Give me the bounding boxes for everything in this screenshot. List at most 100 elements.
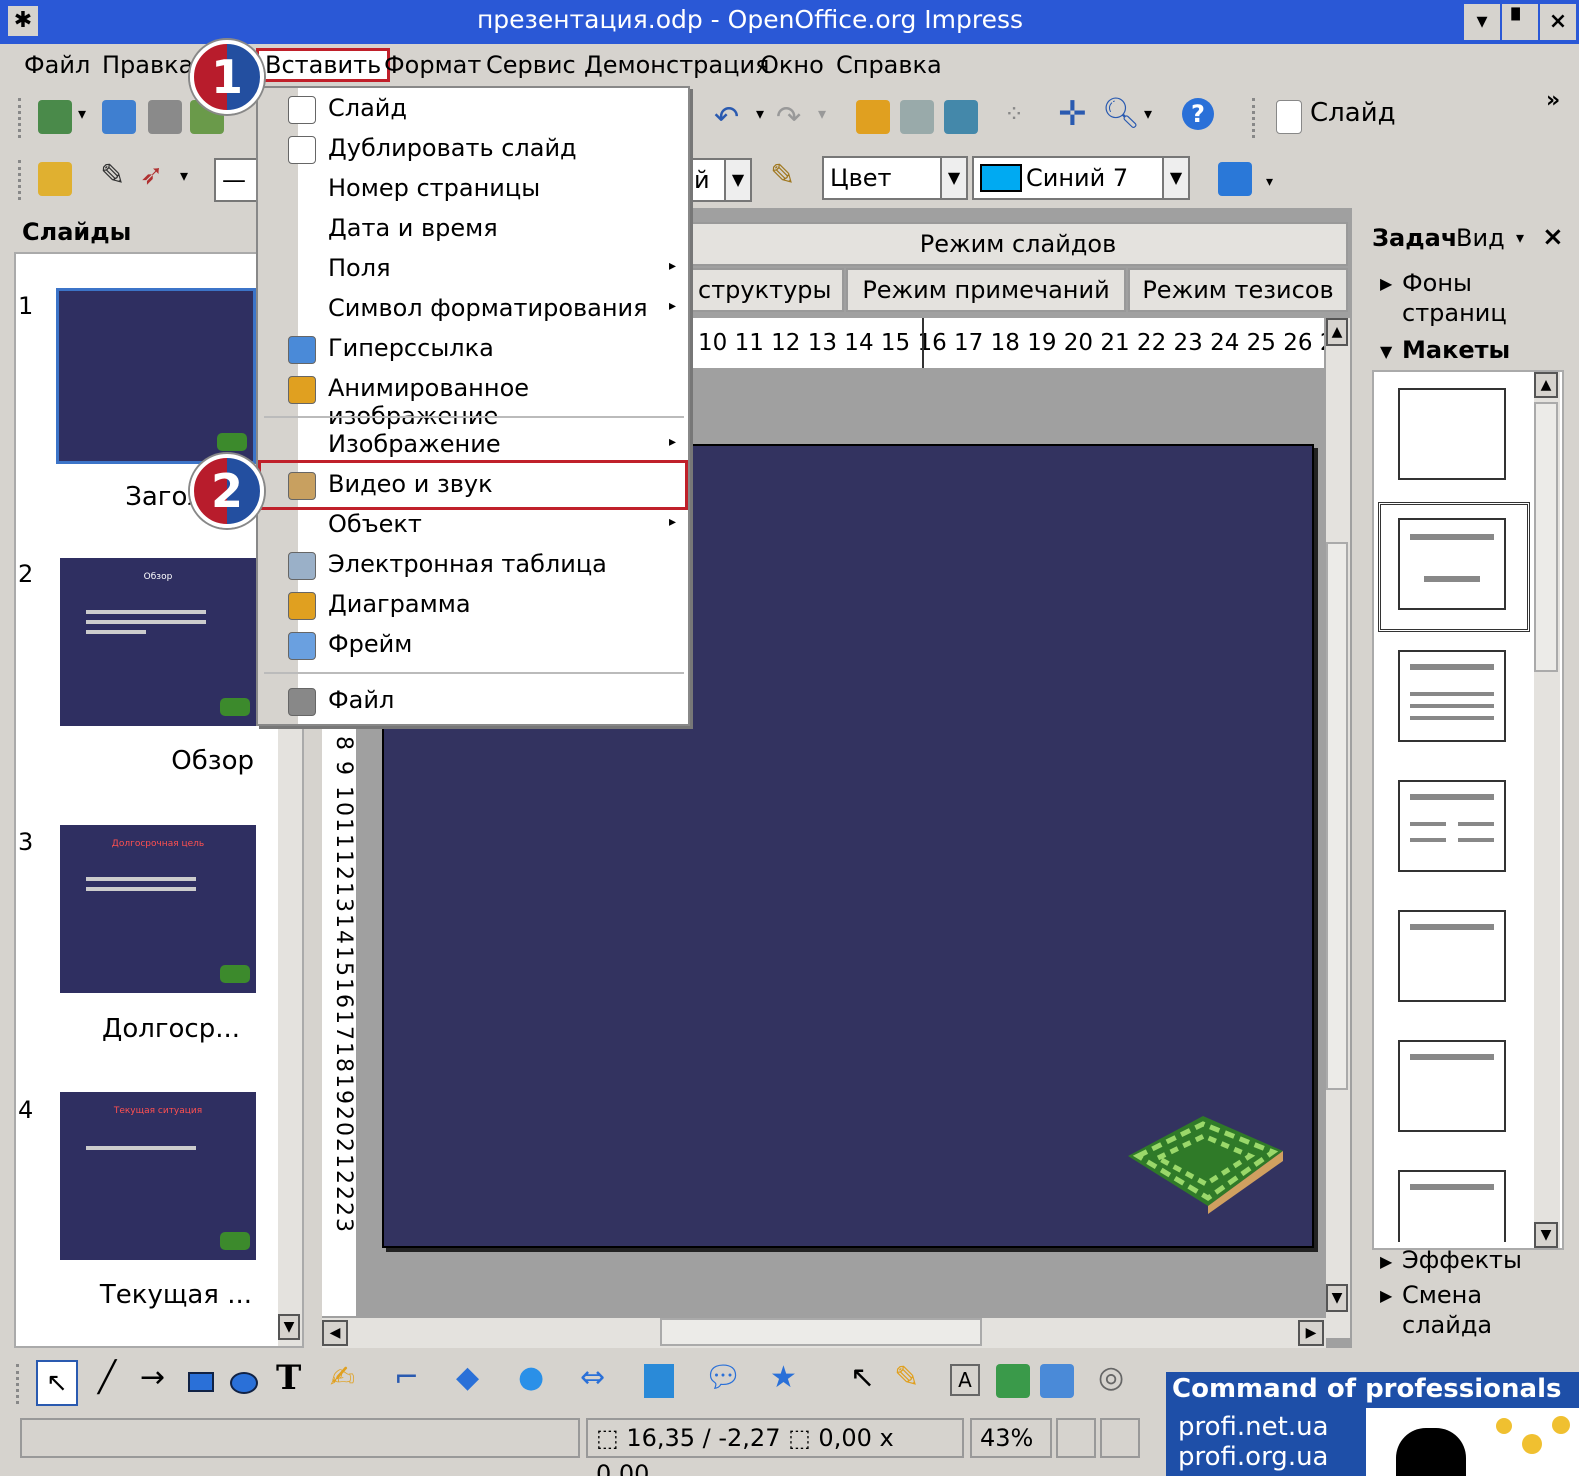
line-icon[interactable]: ╱ xyxy=(98,1360,116,1395)
scroll-down-button[interactable]: ▼ xyxy=(278,1314,300,1340)
menu-item[interactable]: Гиперссылка xyxy=(258,330,688,370)
toolbar-grip[interactable] xyxy=(18,98,26,138)
vertical-ruler[interactable]: 8 9 1011121314151617181920212223 xyxy=(322,726,356,1316)
glue-icon[interactable]: ✎ xyxy=(894,1360,919,1395)
scroll-thumb[interactable] xyxy=(1534,402,1558,672)
tab-slides-mode[interactable]: Режим слайдов xyxy=(688,222,1348,266)
scroll-up-button[interactable]: ▲ xyxy=(1534,372,1558,398)
new-slide-icon[interactable] xyxy=(1276,100,1302,134)
layout-title-box[interactable] xyxy=(1398,1040,1506,1132)
text-icon[interactable]: T xyxy=(276,1358,301,1398)
menu-item[interactable]: Дублировать слайд xyxy=(258,130,688,170)
menu-edit[interactable]: Правка xyxy=(96,48,199,82)
helplines-icon[interactable]: ✛ xyxy=(1058,94,1087,134)
layout-title-only[interactable] xyxy=(1398,518,1506,610)
gallery-icon[interactable] xyxy=(1040,1364,1074,1398)
menu-format[interactable]: Формат xyxy=(378,48,487,82)
menu-item[interactable]: Слайд xyxy=(258,90,688,130)
open-icon[interactable] xyxy=(102,100,136,134)
toolbar-grip[interactable] xyxy=(1252,98,1260,138)
scroll-left-button[interactable]: ◀ xyxy=(322,1320,348,1346)
navigator-icon[interactable] xyxy=(944,100,978,134)
scroll-down-button[interactable]: ▼ xyxy=(1326,1284,1348,1312)
zoom-value[interactable]: 43% xyxy=(970,1418,1052,1458)
chevron-down-icon[interactable]: ▼ xyxy=(1162,158,1188,198)
ellipse-icon[interactable] xyxy=(230,1372,258,1394)
fontwork-icon[interactable]: A xyxy=(950,1364,980,1396)
layout-title-content[interactable] xyxy=(1398,650,1506,742)
scroll-thumb[interactable] xyxy=(1326,542,1348,1090)
menu-insert[interactable]: Вставить xyxy=(256,48,391,82)
points-icon[interactable]: ↖ xyxy=(850,1360,875,1395)
horizontal-ruler[interactable]: 10 11 12 13 14 15 16 17 18 19 20 21 22 2… xyxy=(690,318,1324,368)
scroll-thumb[interactable] xyxy=(660,1318,982,1346)
tab-notes[interactable]: Режим примечаний xyxy=(846,268,1126,312)
expand-icon[interactable]: ▶ xyxy=(1380,1252,1392,1271)
minimize-button[interactable]: ▾ xyxy=(1464,4,1500,40)
layout-title-top[interactable] xyxy=(1398,910,1506,1002)
slide-thumbnail-2[interactable]: Обзор xyxy=(60,558,256,726)
effects-icon[interactable]: ◎ xyxy=(1098,1360,1124,1395)
table-icon[interactable] xyxy=(900,100,934,134)
grid-icon[interactable]: ⁘ xyxy=(1004,100,1024,128)
zoom-dropdown-icon[interactable]: ▾ xyxy=(1144,104,1152,123)
line-style-combo[interactable]: — xyxy=(214,158,262,202)
area-style-combo[interactable]: Цвет ▼ xyxy=(822,156,968,200)
slide-thumbnail-3[interactable]: Долгосрочная цель xyxy=(60,825,256,993)
stars-icon[interactable]: ★ xyxy=(770,1360,797,1395)
connector-icon[interactable]: ⌐ xyxy=(394,1360,419,1395)
line-color-icon[interactable]: ✎ xyxy=(770,158,795,193)
maximize-button[interactable]: ▘ xyxy=(1502,4,1538,40)
line-width-combo[interactable]: й ▼ xyxy=(686,158,752,202)
rectangle-icon[interactable] xyxy=(188,1372,214,1392)
collapse-icon[interactable]: ▼ xyxy=(1380,342,1392,361)
symbol-shapes-icon[interactable]: ● xyxy=(518,1360,544,1395)
menu-item[interactable]: Файл xyxy=(258,682,688,722)
toolbar-overflow-icon[interactable]: » xyxy=(1546,88,1560,113)
section-backgrounds[interactable]: Фоны страниц xyxy=(1402,268,1542,328)
callouts-icon[interactable]: 💬︎ xyxy=(704,1360,742,1395)
undo-dropdown-icon[interactable]: ▾ xyxy=(756,104,764,123)
layouts-scrollbar[interactable]: ▲ ▼ xyxy=(1534,372,1560,1248)
basic-shapes-icon[interactable]: ◆ xyxy=(456,1360,479,1395)
select-icon[interactable]: ↖ xyxy=(36,1360,78,1406)
close-button[interactable]: × xyxy=(1540,4,1576,40)
arrow-style-icon[interactable]: ➶ xyxy=(140,158,163,191)
curve-icon[interactable]: ✍ xyxy=(330,1360,355,1395)
menu-item[interactable]: Объект ▸ xyxy=(258,506,688,546)
menu-item[interactable]: Поля ▸ xyxy=(258,250,688,290)
menu-item[interactable]: Номер страницы xyxy=(258,170,688,210)
save-icon[interactable] xyxy=(148,100,182,134)
menu-item[interactable]: Дата и время xyxy=(258,210,688,250)
slide-thumbnail-1[interactable] xyxy=(56,288,256,464)
fill-color-combo[interactable]: Синий 7 ▼ xyxy=(972,156,1190,200)
edit-points-icon[interactable] xyxy=(38,162,72,196)
flowchart-icon[interactable] xyxy=(644,1364,674,1398)
menu-item[interactable]: Диаграмма xyxy=(258,586,688,626)
arrow-dropdown-icon[interactable]: ▾ xyxy=(180,166,188,185)
toolbar-grip[interactable] xyxy=(16,1364,24,1404)
undo-icon[interactable]: ↶ xyxy=(714,100,739,135)
chevron-down-icon[interactable]: ▼ xyxy=(724,160,750,200)
menu-tools[interactable]: Сервис xyxy=(480,48,582,82)
scroll-up-button[interactable]: ▲ xyxy=(1326,318,1348,346)
menu-help[interactable]: Справка xyxy=(830,48,948,82)
close-pane-icon[interactable]: × xyxy=(1542,222,1564,252)
toolbar-grip[interactable] xyxy=(18,160,26,200)
chart-icon[interactable] xyxy=(856,100,890,134)
from-file-icon[interactable] xyxy=(996,1364,1030,1398)
help-icon[interactable]: ? xyxy=(1182,98,1214,130)
vertical-scrollbar[interactable]: ▲ ▼ xyxy=(1326,318,1350,1338)
layout-blank[interactable] xyxy=(1398,388,1506,480)
view-menu[interactable]: Вид xyxy=(1456,224,1505,252)
menu-item[interactable]: Фрейм xyxy=(258,626,688,666)
menu-slideshow[interactable]: Демонстрация xyxy=(578,48,775,82)
menu-item[interactable]: Анимированное изображение xyxy=(258,370,688,430)
section-transition[interactable]: Смена слайда xyxy=(1402,1280,1522,1340)
slide-thumbnail-4[interactable]: Текущая ситуация xyxy=(60,1092,256,1260)
block-arrows-icon[interactable]: ⇔ xyxy=(580,1360,605,1395)
new-icon[interactable] xyxy=(38,100,72,134)
expand-icon[interactable]: ▶ xyxy=(1380,274,1392,293)
arrow-line-icon[interactable]: → xyxy=(140,1360,165,1395)
horizontal-scrollbar[interactable]: ◀ ▶ xyxy=(322,1318,1326,1348)
